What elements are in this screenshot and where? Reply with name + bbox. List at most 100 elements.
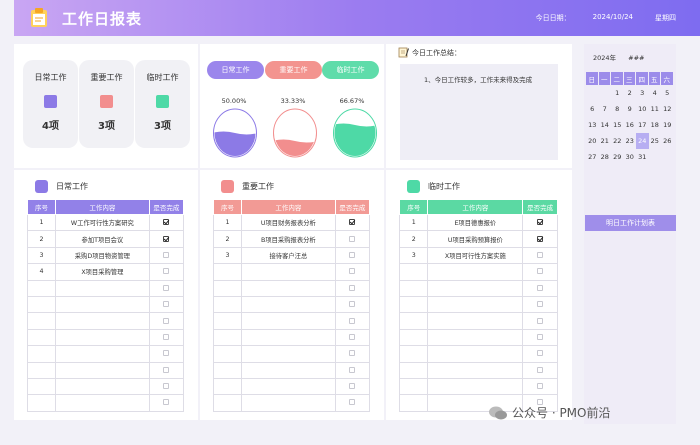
work-content[interactable] (427, 377, 524, 396)
done-checkbox[interactable] (349, 301, 356, 308)
done-checkbox[interactable] (163, 235, 170, 242)
calendar-day[interactable]: 25 (649, 133, 662, 149)
calendar-day[interactable]: 4 (649, 85, 662, 101)
done-checkbox[interactable] (163, 301, 170, 308)
work-content[interactable] (427, 328, 524, 347)
calendar-day[interactable]: 12 (661, 101, 674, 117)
done-checkbox[interactable] (163, 383, 170, 390)
done-checkbox[interactable] (349, 317, 356, 324)
calendar-day[interactable]: 30 (624, 149, 637, 165)
calendar-day[interactable]: 15 (611, 117, 624, 133)
done-checkbox[interactable] (349, 251, 356, 258)
work-content[interactable] (241, 295, 336, 314)
calendar-day[interactable]: 5 (661, 85, 674, 101)
done-checkbox[interactable] (163, 284, 170, 291)
work-content[interactable]: X项目可行性方案实施 (427, 246, 524, 265)
calendar-day[interactable]: 6 (586, 101, 599, 117)
done-checkbox[interactable] (349, 366, 356, 373)
calendar-day[interactable]: 13 (586, 117, 599, 133)
work-content[interactable]: 参加T项目会议 (55, 230, 150, 248)
calendar-day[interactable]: 19 (661, 117, 674, 133)
done-checkbox[interactable] (163, 350, 170, 357)
work-content[interactable] (427, 312, 524, 330)
work-content[interactable]: B项目采购报表分析 (241, 230, 336, 248)
work-content[interactable]: 接待客户汪总 (241, 246, 336, 265)
calendar-day[interactable]: 10 (636, 101, 649, 117)
calendar-day[interactable]: 27 (586, 149, 599, 165)
work-content[interactable] (55, 279, 150, 297)
work-content[interactable] (241, 328, 336, 347)
done-checkbox[interactable] (163, 251, 170, 258)
done-checkbox[interactable] (537, 284, 544, 291)
calendar-day[interactable]: 8 (611, 101, 624, 117)
work-content[interactable] (427, 295, 524, 314)
pill-daily[interactable]: 日常工作 (207, 61, 264, 79)
calendar-day[interactable]: 20 (586, 133, 599, 149)
calendar-day[interactable]: 31 (636, 149, 649, 165)
work-content[interactable] (55, 377, 150, 396)
done-checkbox[interactable] (537, 268, 544, 275)
done-checkbox[interactable] (537, 366, 544, 373)
calendar-day[interactable]: 1 (611, 85, 624, 101)
calendar-day[interactable]: 22 (611, 133, 624, 149)
work-content[interactable]: X项目采购管理 (55, 263, 150, 281)
done-checkbox[interactable] (349, 399, 356, 406)
calendar-day[interactable]: 9 (624, 101, 637, 117)
done-checkbox[interactable] (537, 350, 544, 357)
done-checkbox[interactable] (163, 333, 170, 340)
done-checkbox[interactable] (537, 317, 544, 324)
done-checkbox[interactable] (163, 268, 170, 275)
work-content[interactable] (427, 361, 524, 379)
done-checkbox[interactable] (163, 317, 170, 324)
calendar-day[interactable]: 3 (636, 85, 649, 101)
done-checkbox[interactable] (349, 219, 356, 226)
work-content[interactable] (241, 377, 336, 396)
calendar-day[interactable]: 24 (636, 133, 649, 149)
done-checkbox[interactable] (537, 251, 544, 258)
done-checkbox[interactable] (163, 399, 170, 406)
work-content[interactable] (55, 312, 150, 330)
work-content[interactable] (55, 345, 150, 363)
calendar-day[interactable]: 17 (636, 117, 649, 133)
calendar-day[interactable]: 16 (624, 117, 637, 133)
calendar-day[interactable]: 21 (599, 133, 612, 149)
done-checkbox[interactable] (349, 350, 356, 357)
done-checkbox[interactable] (349, 235, 356, 242)
done-checkbox[interactable] (163, 366, 170, 373)
work-content[interactable] (241, 394, 336, 412)
calendar-day[interactable]: 11 (649, 101, 662, 117)
calendar-day[interactable]: 28 (599, 149, 612, 165)
work-content[interactable] (427, 279, 524, 297)
calendar-day[interactable]: 2 (624, 85, 637, 101)
work-content[interactable]: U项目财务报表分析 (241, 213, 336, 232)
calendar-day[interactable]: 26 (661, 133, 674, 149)
work-content[interactable] (427, 345, 524, 363)
calendar-day[interactable]: 18 (649, 117, 662, 133)
done-checkbox[interactable] (537, 301, 544, 308)
work-content[interactable] (55, 361, 150, 379)
pill-temporary[interactable]: 临时工作 (322, 61, 379, 79)
pill-important[interactable]: 重要工作 (265, 61, 322, 79)
tomorrow-plan-button[interactable]: 明日工作计划表 (585, 215, 676, 231)
work-content[interactable]: E项目德惠报价 (427, 213, 524, 232)
work-content[interactable] (55, 394, 150, 412)
calendar-day[interactable]: 14 (599, 117, 612, 133)
done-checkbox[interactable] (537, 219, 544, 226)
work-content[interactable] (241, 263, 336, 281)
done-checkbox[interactable] (163, 219, 170, 226)
work-content[interactable]: W工作可行性方案研究 (55, 213, 150, 232)
done-checkbox[interactable] (349, 333, 356, 340)
work-content[interactable] (55, 328, 150, 347)
work-content[interactable] (241, 345, 336, 363)
work-content[interactable]: 采购D项目物资管理 (55, 246, 150, 265)
calendar-day[interactable]: 23 (624, 133, 637, 149)
done-checkbox[interactable] (349, 268, 356, 275)
done-checkbox[interactable] (537, 383, 544, 390)
done-checkbox[interactable] (537, 333, 544, 340)
work-content[interactable] (241, 279, 336, 297)
work-content[interactable] (55, 295, 150, 314)
done-checkbox[interactable] (349, 383, 356, 390)
done-checkbox[interactable] (537, 235, 544, 242)
work-content[interactable] (241, 312, 336, 330)
done-checkbox[interactable] (349, 284, 356, 291)
